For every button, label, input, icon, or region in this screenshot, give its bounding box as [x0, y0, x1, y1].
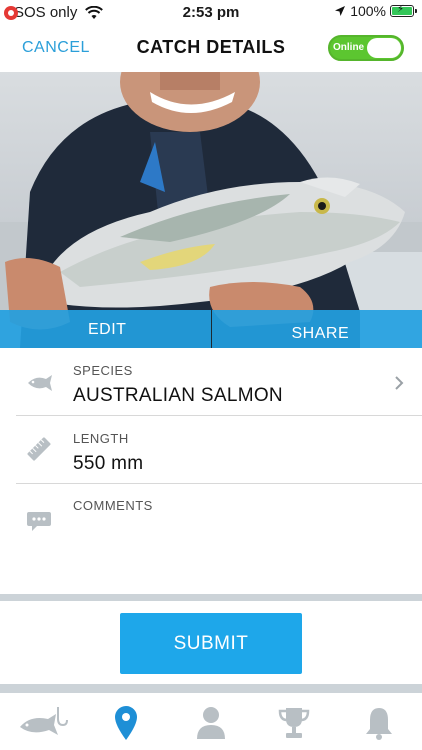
- length-value: 550 mm: [73, 453, 144, 474]
- battery-percent: 100%: [350, 3, 386, 19]
- trophy-tab-icon[interactable]: [278, 705, 310, 741]
- online-toggle[interactable]: Online: [328, 35, 404, 61]
- tab-bar: [0, 693, 422, 750]
- profile-tab-icon[interactable]: [196, 705, 226, 741]
- comments-label: COMMENTS: [73, 498, 153, 513]
- comments-row[interactable]: COMMENTS: [0, 484, 422, 594]
- catch-photo: EDIT SHARE: [0, 72, 422, 348]
- catch-photo-image: [0, 72, 422, 348]
- edit-label: EDIT: [88, 321, 127, 338]
- location-arrow-icon: [335, 6, 346, 16]
- navigation-bar: CANCEL CATCH DETAILS Online: [0, 26, 422, 72]
- tab-bar-divider: [0, 684, 422, 693]
- ruler-icon: [27, 437, 51, 461]
- species-row[interactable]: SPECIES AUSTRALIAN SALMON: [0, 348, 422, 416]
- map-pin-tab-icon[interactable]: [113, 705, 139, 741]
- fish-hook-tab-icon[interactable]: [18, 705, 68, 741]
- section-divider: [0, 594, 422, 601]
- submit-button[interactable]: SUBMIT: [120, 613, 302, 674]
- photo-action-bar: EDIT SHARE: [0, 310, 422, 348]
- comment-bubble-icon: [27, 512, 51, 531]
- length-label: LENGTH: [73, 431, 129, 446]
- bell-tab-icon[interactable]: [365, 705, 393, 741]
- edit-photo-button[interactable]: EDIT: [0, 310, 211, 348]
- fish-icon: [28, 375, 52, 391]
- species-label: SPECIES: [73, 363, 133, 378]
- battery-icon: [390, 4, 417, 17]
- recording-indicator-icon: [4, 5, 18, 20]
- share-label: SHARE: [291, 325, 350, 342]
- share-button[interactable]: SHARE: [212, 310, 422, 348]
- chevron-right-icon: [395, 376, 404, 390]
- toggle-label: Online: [333, 42, 365, 53]
- length-row[interactable]: LENGTH 550 mm: [0, 416, 422, 484]
- status-bar: SOS only 2:53 pm 100%: [0, 0, 422, 26]
- toggle-knob: [367, 38, 401, 58]
- species-value: AUSTRALIAN SALMON: [73, 385, 283, 406]
